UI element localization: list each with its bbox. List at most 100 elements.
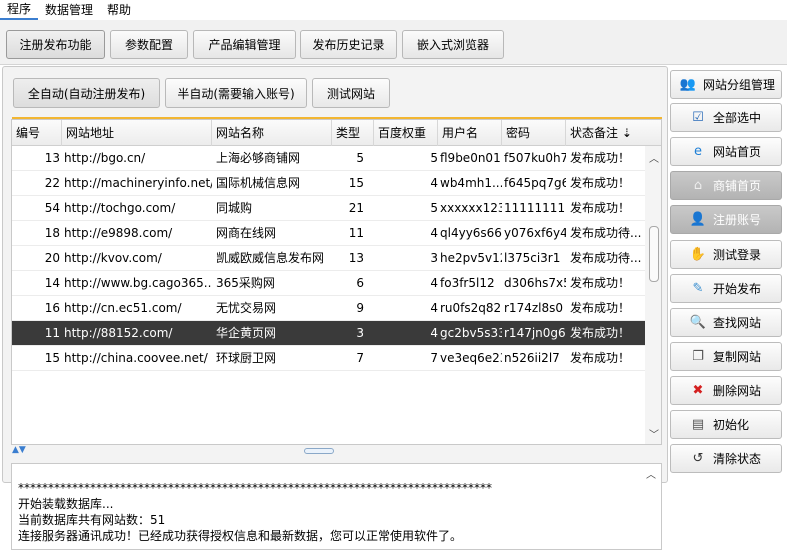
tab-product-edit[interactable]: 产品编辑管理: [193, 30, 296, 59]
sidebar-button-6[interactable]: ✋ 测试登录: [670, 240, 782, 269]
cell-url: http://bgo.cn/: [64, 151, 146, 165]
cell-status: 发布成功待...: [570, 226, 642, 240]
subtab-full-auto[interactable]: 全自动(自动注册发布): [13, 78, 160, 108]
sidebar-button-1[interactable]: 👥 网站分组管理: [670, 70, 782, 99]
cell-user: ve3eq6e23: [440, 351, 502, 365]
tab-register-publish[interactable]: 注册发布功能: [6, 30, 105, 59]
group-manage-icon: 👥: [679, 77, 697, 92]
sidebar-button-label: 删除网站: [713, 384, 762, 398]
tab-embedded-browser[interactable]: 嵌入式浏览器: [402, 30, 504, 59]
col-password[interactable]: 密码: [502, 120, 566, 146]
cell-status: 发布成功！: [570, 201, 631, 215]
cell-user: ru0fs2q82: [440, 301, 502, 315]
cell-pwd: d306hs7x5: [504, 276, 566, 290]
cell-url: http://kvov.com/: [64, 251, 162, 265]
cell-id: 22: [44, 176, 60, 190]
cell-user: fl9be0n01: [440, 151, 501, 165]
sidebar-button-11[interactable]: ▤ 初始化: [670, 410, 782, 439]
ie-browser-icon: e: [694, 144, 702, 159]
scroll-thumb[interactable]: [649, 226, 659, 282]
table-row[interactable]: 20 http://kvov.com/凯威欧威信息发布网 13 3 he2pv5v12 l…: [12, 246, 645, 271]
splitter[interactable]: ▲▼: [11, 445, 662, 455]
menu-program[interactable]: 程序: [0, 0, 39, 20]
cell-id: 11: [44, 326, 60, 340]
col-id[interactable]: 编号: [12, 120, 62, 146]
collapse-triangle-icon[interactable]: ▲▼: [12, 445, 26, 455]
cell-weight: 5: [430, 201, 438, 215]
sidebar-button-3[interactable]: e 网站首页: [670, 137, 782, 166]
table-row[interactable]: 13 http://bgo.cn/上海必够商铺网 5 5 fl9be0n01 f507ku…: [12, 146, 645, 171]
cell-name: 365采购网: [216, 276, 275, 290]
cell-id: 14: [44, 276, 60, 290]
cell-name: 国际机械信息网: [216, 176, 301, 190]
table-row[interactable]: 15 http://china.coovee.net/环球厨卫网 7 7 ve3eq6e…: [12, 346, 645, 371]
table-row[interactable]: 16 http://cn.ec51.com/无忧交易网 9 4 ru0fs2q82 r17…: [12, 296, 645, 321]
cell-name: 上海必够商铺网: [216, 151, 301, 165]
cell-user: fo3fr5l12: [440, 276, 495, 290]
sidebar-button-7[interactable]: ✎ 开始发布: [670, 274, 782, 303]
sidebar-button-9[interactable]: ❐ 复制网站: [670, 342, 782, 371]
sort-down-icon: ⇣: [621, 126, 632, 140]
log-output: ︿ **************************************…: [11, 463, 662, 550]
test-login-icon: ✋: [689, 247, 707, 262]
sidebar-button-4[interactable]: ⌂ 商铺首页: [670, 171, 782, 200]
table-row[interactable]: 22 http://machineryinfo.net/国际机械信息网 15 4 wb4…: [12, 171, 645, 196]
cell-type: 15: [348, 176, 364, 190]
log-line: 开始装载数据库...: [18, 497, 114, 511]
select-all-icon: ☑: [692, 110, 704, 125]
cell-weight: 5: [430, 151, 438, 165]
table-row[interactable]: 11 http://88152.com/华企黄页网 3 4 gc2bv5s33 r147j…: [12, 321, 645, 346]
cell-weight: 4: [430, 301, 438, 315]
menu-bar: 程序 数据管理 帮助: [0, 0, 787, 20]
menu-data-manage[interactable]: 数据管理: [38, 0, 100, 20]
cell-pwd: f507ku0h7: [504, 151, 566, 165]
col-username[interactable]: 用户名: [438, 120, 502, 146]
sidebar-button-12[interactable]: ↺ 清除状态: [670, 444, 782, 473]
table-row[interactable]: 18 http://e9898.com/网商在线网 11 4 ql4yy6s66 y076…: [12, 221, 645, 246]
cell-type: 13: [348, 251, 364, 265]
cell-url: http://tochgo.com/: [64, 201, 176, 215]
grid-scrollbar[interactable]: ︿ ﹀: [645, 146, 661, 444]
log-line: 连接服务器通讯成功！已经成功获得授权信息和最新数据，您可以正常使用软件了。: [18, 529, 463, 543]
splitter-grip[interactable]: [304, 448, 334, 454]
col-url[interactable]: 网站地址: [62, 120, 212, 146]
col-type[interactable]: 类型: [332, 120, 374, 146]
sidebar-button-10[interactable]: ✖ 删除网站: [670, 376, 782, 405]
col-status[interactable]: 状态备注 ⇣: [566, 120, 645, 146]
sidebar-button-5[interactable]: 👤 注册账号: [670, 205, 782, 234]
main-tab-strip: 注册发布功能 参数配置 产品编辑管理 发布历史记录 嵌入式浏览器: [0, 20, 787, 65]
grid-header: 编号 网站地址 网站名称 类型 百度权重 用户名 密码 状态备注 ⇣: [12, 120, 661, 146]
tab-param-config[interactable]: 参数配置: [110, 30, 188, 59]
search-icon: 🔍: [689, 315, 707, 330]
cell-name: 无忧交易网: [216, 301, 277, 315]
sidebar-button-2[interactable]: ☑ 全部选中: [670, 103, 782, 132]
cell-id: 13: [44, 151, 60, 165]
cell-user: he2pv5v12: [440, 251, 502, 265]
sidebar-button-label: 注册账号: [713, 213, 762, 227]
cell-weight: 3: [430, 251, 438, 265]
scroll-down-icon[interactable]: ﹀: [649, 426, 659, 441]
sidebar-button-8[interactable]: 🔍 查找网站: [670, 308, 782, 337]
subtab-semi-auto[interactable]: 半自动(需要输入账号): [165, 78, 307, 108]
subtab-test-site[interactable]: 测试网站: [312, 78, 390, 108]
tab-publish-history[interactable]: 发布历史记录: [300, 30, 397, 59]
cell-url: http://www.bg.cago365....: [64, 276, 212, 290]
cell-pwd: 111111111: [504, 201, 566, 215]
col-name[interactable]: 网站名称: [212, 120, 332, 146]
sidebar-button-label: 查找网站: [713, 316, 762, 330]
sidebar-button-label: 网站分组管理: [703, 78, 776, 92]
cell-name: 同城购: [216, 201, 253, 215]
col-baidu-weight[interactable]: 百度权重: [374, 120, 438, 146]
log-scroll-up-icon[interactable]: ︿: [646, 468, 656, 484]
scroll-up-icon[interactable]: ︿: [649, 150, 659, 165]
cell-pwd: n526ii2l7: [504, 351, 560, 365]
cell-type: 7: [356, 351, 364, 365]
table-row[interactable]: 54 http://tochgo.com/同城购 21 5 xxxxxx123 11111…: [12, 196, 645, 221]
cell-weight: 4: [430, 226, 438, 240]
shop-home-icon: ⌂: [693, 178, 703, 193]
website-grid[interactable]: 编号 网站地址 网站名称 类型 百度权重 用户名 密码 状态备注 ⇣ 13 htt…: [11, 119, 662, 445]
menu-help[interactable]: 帮助: [100, 0, 138, 20]
main-panel: 全自动(自动注册发布) 半自动(需要输入账号) 测试网站 编号 网站地址 网站名…: [2, 66, 668, 550]
table-row[interactable]: 14 http://www.bg.cago365.... 365采购网 6 4 fo3fr…: [12, 271, 645, 296]
cell-name: 网商在线网: [216, 226, 277, 240]
